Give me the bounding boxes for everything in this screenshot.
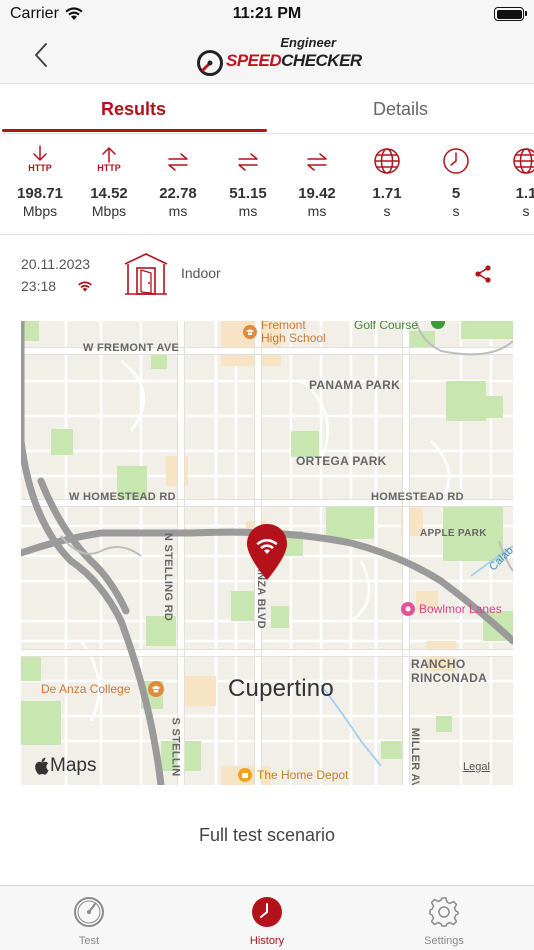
metrics-row[interactable]: HTTP 198.71 Mbps HTTP 14.52 Mbps 22.78 m…	[0, 135, 534, 235]
poi-label: The Home Depot	[257, 768, 349, 782]
area-label: ORTEGA PARK	[296, 454, 387, 468]
area-label: APPLE PARK	[420, 528, 487, 539]
clock-time: 11:21 PM	[232, 5, 302, 22]
street-label: HOMESTEAD RD	[371, 491, 464, 503]
tab-bar-label: History	[249, 935, 285, 947]
metric-unit: ms	[238, 203, 258, 219]
tab-bar-history[interactable]: History	[217, 896, 317, 947]
latency-arrows-icon	[143, 145, 213, 181]
back-button[interactable]	[30, 40, 56, 70]
metric-unit: Mbps	[91, 203, 127, 219]
metric-unit: s	[452, 203, 460, 219]
wifi-pin-icon	[247, 524, 287, 580]
clock-icon	[421, 145, 491, 181]
metric-upload: HTTP 14.52 Mbps	[74, 145, 144, 219]
wifi-icon	[77, 279, 93, 298]
metric-duration: 5 s	[421, 145, 491, 219]
http-upload-icon: HTTP	[97, 145, 121, 173]
status-bar: Carrier 11:21 PM	[0, 0, 534, 30]
metric-unit: s	[383, 203, 391, 219]
street-label: S STELLIN	[169, 717, 182, 777]
globe-icon	[352, 145, 422, 181]
street-label: MILLER AVE	[409, 727, 422, 785]
metric-unit: Mbps	[22, 203, 58, 219]
metric-value: 5	[451, 185, 461, 202]
metric-value: 14.52	[90, 185, 128, 202]
street-label: W FREMONT AVE	[83, 342, 180, 354]
metric-latency: 51.15 ms	[213, 145, 283, 219]
latency-arrows-icon	[282, 145, 352, 181]
metric-value: 198.71	[17, 185, 63, 202]
poi-label: De Anza College	[41, 682, 131, 696]
test-time: 23:18	[21, 278, 57, 294]
tab-bar-label: Settings	[424, 935, 464, 947]
chevron-left-icon	[35, 43, 47, 67]
tab-details[interactable]: Details	[267, 84, 534, 134]
metric-unit: ms	[168, 203, 188, 219]
test-info-row: 20.11.2023 23:18 Indoor	[0, 235, 534, 313]
area-label: RANCHO RINCONADA	[411, 657, 488, 685]
poi-label: Fremont High School	[261, 321, 326, 345]
metric-latency: 19.42 ms	[282, 145, 352, 219]
apple-maps-attribution: Maps	[33, 755, 96, 777]
gear-icon	[429, 897, 459, 927]
battery-icon	[494, 7, 527, 21]
metric-value: 51.15	[229, 185, 267, 202]
logo-wordmark: SPEEDCHECKER	[226, 51, 362, 70]
location-pin[interactable]	[245, 522, 289, 589]
navigation-bar: Engineer SPEEDCHECKER	[0, 30, 534, 84]
location-map[interactable]: W FREMONT AVE W HOMESTEAD RD HOMESTEAD R…	[21, 321, 513, 785]
history-clock-icon	[252, 897, 282, 927]
tab-bar-settings[interactable]: Settings	[394, 896, 494, 947]
school-poi-icon	[243, 325, 257, 344]
indoor-door-icon	[123, 252, 169, 301]
logo-engineer-text: Engineer	[280, 35, 336, 50]
area-label: PANAMA PARK	[309, 378, 401, 392]
poi-label: Bowlmor Lanes	[419, 602, 502, 616]
college-poi-icon	[148, 681, 164, 702]
apple-logo-icon	[35, 757, 49, 775]
metric-latency: 22.78 ms	[143, 145, 213, 219]
metric-value: 1.71	[372, 185, 402, 202]
metric-value: 19.42	[298, 185, 336, 202]
metric-unit: s	[522, 203, 530, 219]
bowling-poi-icon	[401, 602, 415, 621]
globe-icon	[491, 145, 534, 181]
city-label: Cupertino	[228, 675, 334, 702]
full-test-scenario-link[interactable]: Full test scenario	[0, 825, 534, 846]
latency-arrows-icon	[213, 145, 283, 181]
segment-tabs: Results Details	[0, 84, 534, 134]
share-button[interactable]	[473, 264, 493, 289]
poi-label: Golf Course	[354, 321, 419, 332]
metric-unit: ms	[307, 203, 327, 219]
gauge-icon	[74, 897, 104, 927]
share-icon	[475, 265, 491, 283]
metric-web-load: 1.71 s	[352, 145, 422, 219]
tab-bar-label: Test	[78, 935, 100, 947]
tab-results[interactable]: Results	[0, 84, 267, 134]
location-type-label: Indoor	[181, 265, 221, 281]
tab-bar-test[interactable]: Test	[39, 896, 139, 947]
golf-poi-icon	[431, 321, 445, 334]
metric-value: 1.1	[515, 185, 534, 202]
metric-web-load: 1.1 s	[491, 145, 534, 219]
legal-link[interactable]: Legal	[463, 761, 490, 773]
speedometer-logo-icon	[197, 50, 223, 76]
shopping-poi-icon	[238, 768, 252, 785]
street-label: N STELLING RD	[162, 532, 175, 622]
http-download-icon: HTTP	[28, 145, 52, 173]
metric-value: 22.78	[159, 185, 197, 202]
street-label: W HOMESTEAD RD	[69, 491, 176, 503]
maps-attribution-label: Maps	[50, 755, 97, 776]
test-date: 20.11.2023	[21, 256, 91, 272]
active-tab-indicator	[2, 129, 267, 132]
speedchecker-logo: Engineer SPEEDCHECKER	[196, 34, 362, 78]
bottom-tab-bar: Test History Settings	[0, 885, 534, 950]
metric-download: HTTP 198.71 Mbps	[5, 145, 75, 219]
